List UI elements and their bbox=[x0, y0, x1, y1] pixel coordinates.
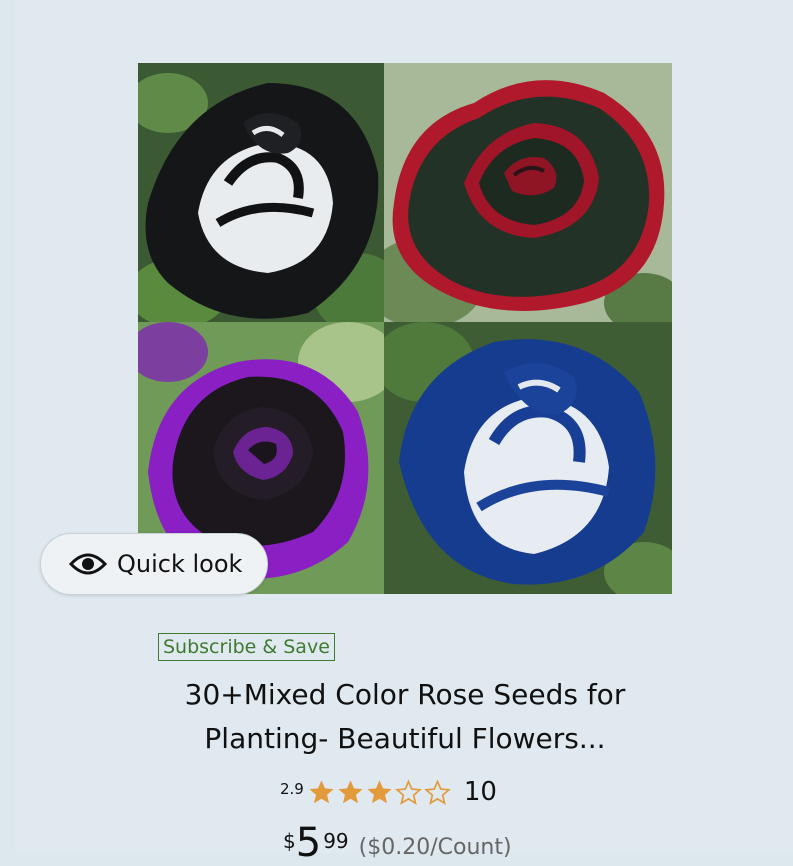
star-filled-icon bbox=[367, 779, 392, 803]
rose-black-white-image bbox=[138, 63, 384, 322]
rating-count[interactable]: 10 bbox=[464, 777, 497, 807]
product-image[interactable] bbox=[138, 63, 672, 594]
star-filled-icon bbox=[309, 779, 334, 803]
product-title[interactable]: 30+Mixed Color Rose Seeds for Planting- … bbox=[120, 673, 690, 761]
rating-value: 2.9 bbox=[280, 780, 304, 798]
rose-red-black-image bbox=[384, 63, 672, 322]
product-title-line-1[interactable]: 30+Mixed Color Rose Seeds for bbox=[120, 673, 690, 717]
quick-look-label: Quick look bbox=[117, 550, 243, 578]
star-rating[interactable] bbox=[307, 778, 452, 807]
price-fraction: 99 bbox=[323, 829, 349, 853]
price-whole: 5 bbox=[295, 820, 322, 866]
subscribe-save-badge: Subscribe & Save bbox=[158, 633, 335, 661]
price: $ 5 99 ($0.20/Count) bbox=[283, 823, 512, 863]
rating-row[interactable]: 2.9 10 bbox=[280, 772, 497, 812]
price-symbol: $ bbox=[283, 829, 296, 853]
rose-blue-white-image bbox=[384, 322, 672, 594]
eye-icon bbox=[69, 553, 107, 575]
quick-look-button[interactable]: Quick look bbox=[40, 533, 268, 595]
star-filled-icon bbox=[338, 779, 363, 803]
star-empty-icon bbox=[423, 779, 451, 805]
product-title-line-2[interactable]: Planting- Beautiful Flowers... bbox=[120, 717, 690, 761]
star-empty-icon bbox=[394, 779, 422, 805]
unit-price: ($0.20/Count) bbox=[358, 835, 512, 860]
